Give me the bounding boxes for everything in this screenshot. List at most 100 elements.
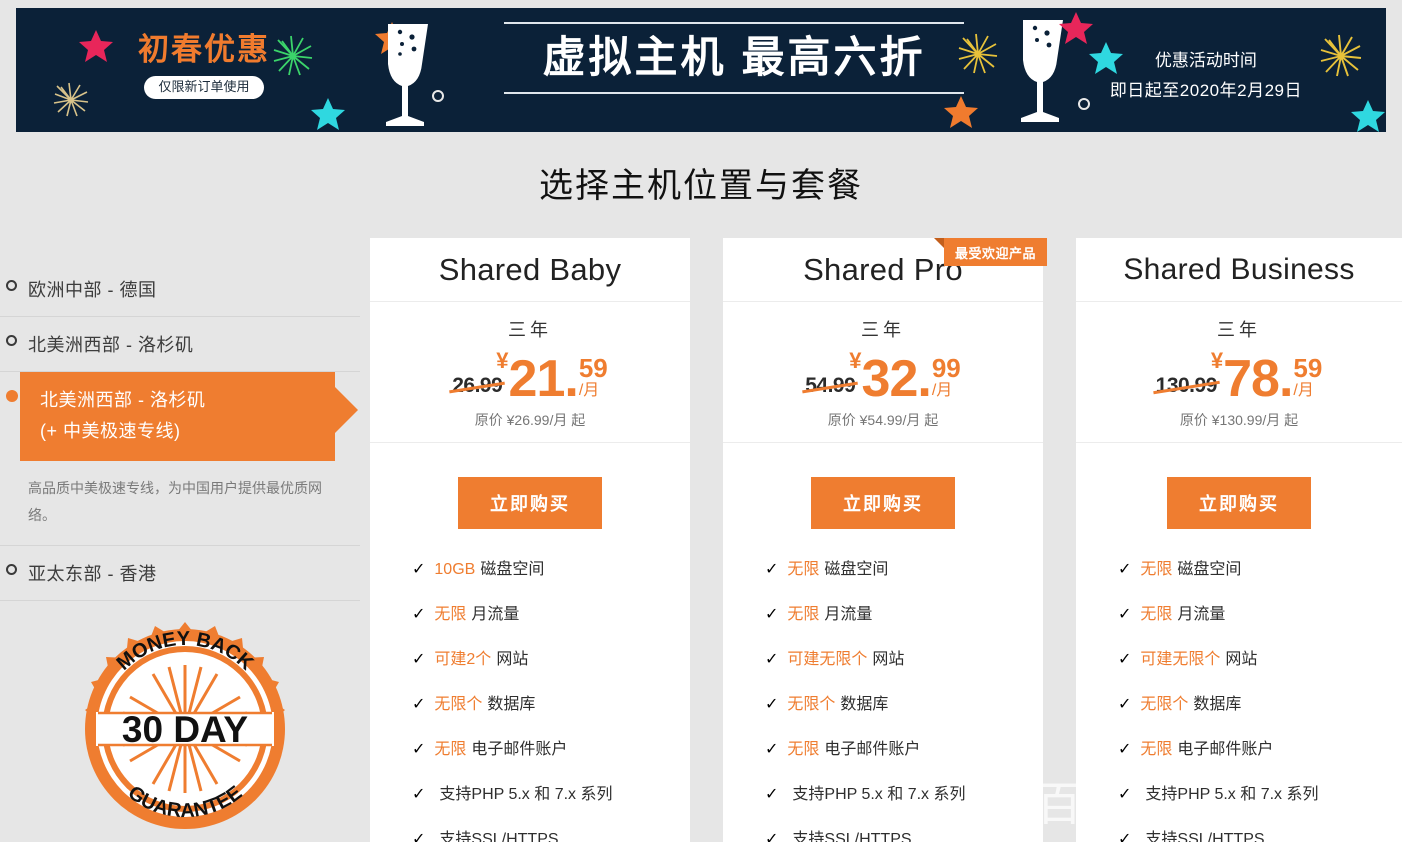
card-price-cents: 99 [931, 353, 961, 383]
feature-text: 数据库 [487, 696, 536, 713]
banner-promo-pill: 仅限新订单使用 [144, 76, 264, 99]
card-price-period: /月 [931, 382, 953, 399]
check-icon: ✓ [1118, 786, 1132, 803]
feature-highlight: 无限 [787, 561, 820, 578]
feature-item: ✓ 无限个 数据库 [1118, 694, 1402, 716]
feature-text: 数据库 [1193, 696, 1242, 713]
money-back-guarantee-badge: 30 DAY MONEY BACK GUARANTEE [85, 622, 285, 829]
card-term: 三年 [508, 320, 552, 340]
card-price-integer: 21 [508, 350, 566, 408]
feature-item: ✓ 无限 月流量 [1118, 604, 1402, 626]
feature-item: ✓ 无限个 数据库 [412, 694, 690, 716]
feature-highlight: 无限 [434, 741, 467, 758]
feature-highlight: 无限 [1140, 606, 1173, 623]
location-option-hongkong[interactable]: 亚太东部 - 香港 [0, 546, 360, 601]
location-option-la[interactable]: 北美洲西部 - 洛杉矶 [0, 317, 360, 372]
check-icon: ✓ [765, 786, 779, 803]
location-description: 高品质中美极速专线，为中国用户提供最优质网络。 [0, 461, 360, 546]
check-icon: ✓ [412, 831, 426, 842]
feature-text: 支持PHP 5.x 和 7.x 系列 [1145, 786, 1319, 803]
feature-highlight: 无限个 [787, 696, 836, 713]
feature-highlight: 无限 [1140, 561, 1173, 578]
card-old-price: 26.99 [452, 374, 503, 397]
feature-text: 网站 [1225, 651, 1258, 668]
radio-icon[interactable] [6, 335, 17, 346]
currency-symbol: ¥ [849, 348, 862, 373]
card-title: Shared Business [1076, 238, 1402, 302]
check-icon: ✓ [765, 696, 779, 713]
feature-text: 数据库 [840, 696, 889, 713]
card-price-block: 三年 130.99 ¥ 78 . 59 /月 原价 ¥130.99/月 起 [1076, 302, 1402, 443]
feature-item: ✓ 支持SSL/HTTPS [765, 829, 1043, 842]
check-icon: ✓ [765, 741, 779, 758]
check-icon: ✓ [412, 606, 426, 623]
location-option-europe[interactable]: 欧洲中部 - 德国 [0, 262, 360, 317]
banner-promo-block: 初春优惠 仅限新订单使用 [104, 30, 304, 99]
check-icon: ✓ [412, 651, 426, 668]
check-icon: ✓ [412, 741, 426, 758]
feature-text: 电子邮件账户 [824, 741, 921, 758]
card-title: Shared Baby [370, 238, 690, 302]
feature-text: 支持SSL/HTTPS [1145, 831, 1265, 842]
feature-highlight: 可建无限个 [787, 651, 868, 668]
banner-headline: 虚拟主机 最高六折 [542, 34, 926, 82]
card-price-cents: 59 [578, 353, 608, 383]
feature-item: ✓ 无限 月流量 [412, 604, 690, 626]
buy-now-button[interactable]: 立即购买 [1167, 477, 1311, 529]
location-option-la-cn-route[interactable]: 北美洲西部 - 洛杉矶 (+ 中美极速专线) [0, 372, 360, 461]
feature-item: ✓ 可建无限个 网站 [765, 649, 1043, 671]
feature-item: ✓ 无限 电子邮件账户 [1118, 739, 1402, 761]
location-label: 欧洲中部 - 德国 [28, 280, 157, 300]
feature-highlight: 可建无限个 [1140, 651, 1221, 668]
card-price-cents: 59 [1293, 353, 1323, 383]
check-icon: ✓ [412, 696, 426, 713]
feature-item: ✓ 支持SSL/HTTPS [1118, 829, 1402, 842]
card-term: 三年 [861, 320, 905, 340]
page-root: 初春优惠 仅限新订单使用 虚拟主机 最高六折 优惠活动时间 即日起至2020年2… [0, 0, 1402, 842]
feature-item: ✓ 支持PHP 5.x 和 7.x 系列 [1118, 784, 1402, 806]
radio-icon[interactable] [6, 280, 17, 291]
pricing-card-shared-pro[interactable]: 最受欢迎产品 Shared Pro 三年 54.99 ¥ 32 . 99 /月 … [723, 238, 1047, 842]
card-price-row: 130.99 ¥ 78 . 59 /月 [1076, 346, 1402, 405]
price-decimal-dot: . [564, 350, 579, 408]
feature-item: ✓ 支持PHP 5.x 和 7.x 系列 [412, 784, 690, 806]
check-icon: ✓ [765, 651, 779, 668]
card-feature-list: ✓ 无限 磁盘空间 ✓ 无限 月流量 ✓ 可建无限个 网站 ✓ 无限个 数据库 ✓ 无限 电子邮件账… [1076, 559, 1402, 842]
banner-date-block: 优惠活动时间 即日起至2020年2月29日 [1110, 46, 1302, 106]
card-old-price: 130.99 [1155, 374, 1218, 397]
card-feature-list: ✓ 10GB 磁盘空间 ✓ 无限 月流量 ✓ 可建2个 网站 ✓ 无限个 数据库 ✓ 无限 电子邮件… [370, 559, 690, 842]
radio-icon-selected[interactable] [6, 390, 18, 402]
feature-highlight: 无限 [1140, 741, 1173, 758]
pricing-card-shared-baby[interactable]: Shared Baby 三年 26.99 ¥ 21 . 59 /月 原价 ¥26… [370, 238, 690, 842]
feature-text: 支持SSL/HTTPS [792, 831, 912, 842]
feature-text: 电子邮件账户 [1177, 741, 1274, 758]
check-icon: ✓ [412, 561, 426, 578]
feature-highlight: 可建2个 [434, 651, 492, 668]
location-selector: 欧洲中部 - 德国 北美洲西部 - 洛杉矶 北美洲西部 - 洛杉矶 (+ 中美极… [0, 262, 360, 601]
check-icon: ✓ [765, 606, 779, 623]
feature-highlight: 无限个 [434, 696, 483, 713]
buy-now-button[interactable]: 立即购买 [458, 477, 602, 529]
card-term: 三年 [1217, 320, 1261, 340]
radio-icon[interactable] [6, 564, 17, 575]
location-label: 北美洲西部 - 洛杉矶 [28, 335, 194, 355]
selected-location-box[interactable]: 北美洲西部 - 洛杉矶 (+ 中美极速专线) [20, 372, 335, 461]
banner-headline-block: 虚拟主机 最高六折 [504, 22, 964, 94]
feature-item: ✓ 无限 电子邮件账户 [765, 739, 1043, 761]
pricing-card-shared-business[interactable]: Shared Business 三年 130.99 ¥ 78 . 59 /月 原… [1076, 238, 1402, 842]
feature-text: 月流量 [471, 606, 520, 623]
banner-promo-title: 初春优惠 [138, 32, 270, 67]
check-icon: ✓ [1118, 561, 1132, 578]
pricing-cards: Shared Baby 三年 26.99 ¥ 21 . 59 /月 原价 ¥26… [370, 238, 1402, 842]
feature-item: ✓ 无限 月流量 [765, 604, 1043, 626]
card-price-period: /月 [578, 382, 600, 399]
watermark: 百 [1036, 778, 1082, 830]
currency-symbol: ¥ [1210, 348, 1224, 373]
feature-highlight: 无限 [434, 606, 467, 623]
card-price-period: /月 [1293, 382, 1314, 399]
feature-text: 网站 [496, 651, 529, 668]
feature-text: 月流量 [1177, 606, 1226, 623]
feature-text: 电子邮件账户 [471, 741, 568, 758]
buy-now-button[interactable]: 立即购买 [811, 477, 955, 529]
card-price-integer: 32 [861, 350, 919, 408]
